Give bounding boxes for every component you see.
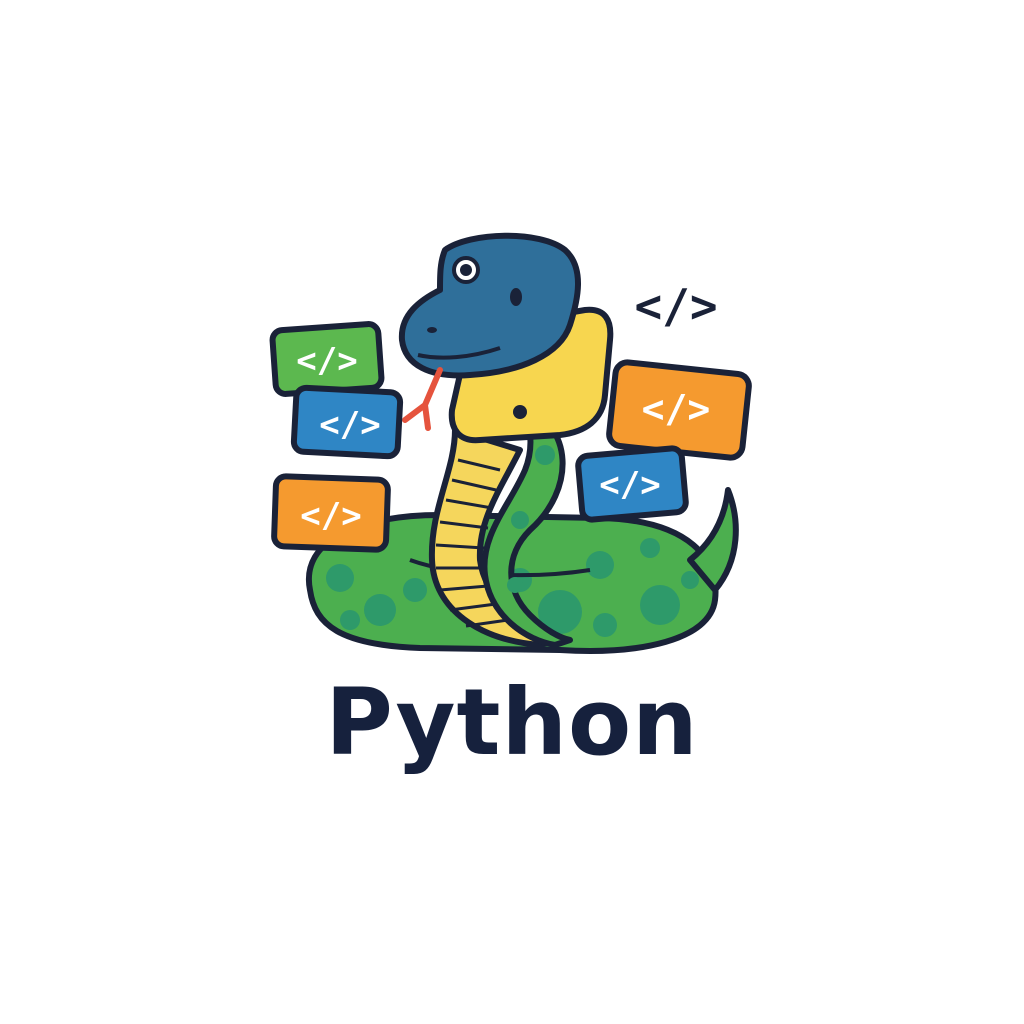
code-tag-orange-right: </> <box>606 359 752 461</box>
code-tag-green: </> <box>269 321 385 397</box>
code-tag-blue-left: </> <box>290 384 404 460</box>
logo-canvas: </> </> </> </> </> </> Python <box>0 0 1024 1024</box>
python-snake-illustration: </> </> </> </> </> </> <box>269 232 752 654</box>
code-tag-orange-left-label: </> <box>300 496 361 536</box>
code-tag-blue-left-label: </> <box>319 405 380 445</box>
code-tag-orange-left: </> <box>271 473 391 553</box>
code-tag-green-label: </> <box>296 341 357 381</box>
code-tag-blue-right: </> <box>575 445 689 523</box>
code-tag-orange-right-label: </> <box>642 387 711 431</box>
floating-code-symbol: </> <box>634 279 717 333</box>
logo-title: Python <box>325 669 699 776</box>
code-tag-blue-right-label: </> <box>599 465 660 505</box>
snake-head <box>398 232 614 444</box>
